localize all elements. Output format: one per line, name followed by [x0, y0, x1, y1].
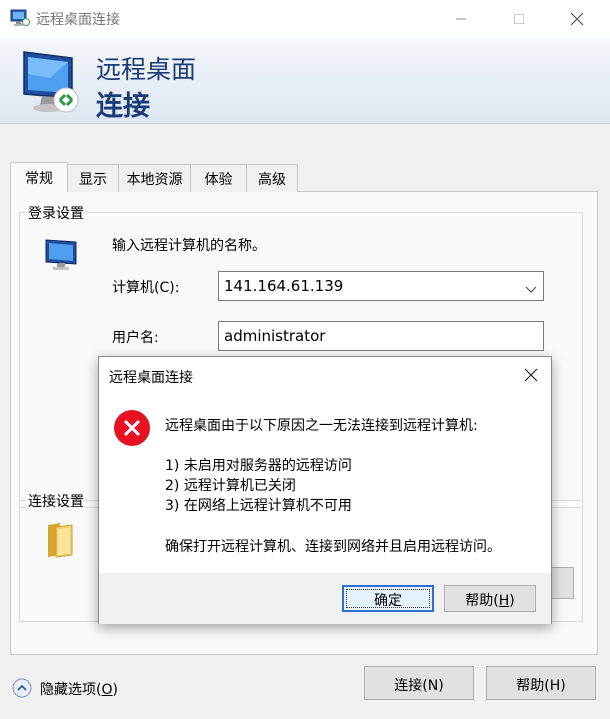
- hide-options-accesskey: O: [101, 682, 113, 698]
- computer-value: 141.164.61.139: [224, 277, 344, 295]
- computer-name-prompt: 输入远程计算机的名称。: [112, 238, 266, 254]
- banner-title-line1: 远程桌面: [96, 55, 197, 84]
- error-dialog: 远程桌面连接 远程桌面由于以下原因之一无法连接到远程计算机: 1) 未启用对服务…: [98, 356, 552, 624]
- chevron-up-circle-icon[interactable]: [12, 678, 32, 698]
- remote-desktop-icon: [10, 9, 30, 27]
- window-title: 远程桌面连接: [36, 12, 120, 28]
- tab-local-resources[interactable]: 本地资源: [118, 164, 191, 192]
- username-field[interactable]: administrator: [218, 321, 544, 351]
- dialog-footer: 确定 帮助(H): [99, 573, 551, 624]
- dialog-close-button[interactable]: [519, 365, 543, 385]
- login-settings-legend: 登录设置: [26, 203, 86, 223]
- title-bar: 远程桌面连接: [0, 0, 610, 38]
- maximize-button[interactable]: [496, 0, 542, 38]
- reason-1: 1) 未启用对服务器的远程访问: [165, 458, 352, 474]
- tab-experience[interactable]: 体验: [190, 164, 247, 192]
- hide-options-text: 隐藏选项(: [40, 682, 102, 698]
- connection-settings-legend: 连接设置: [26, 491, 86, 511]
- hide-options-label[interactable]: 隐藏选项(O): [40, 679, 118, 699]
- tab-display[interactable]: 显示: [67, 164, 119, 192]
- tab-general[interactable]: 常规: [10, 162, 68, 192]
- dialog-heading: 远程桌面由于以下原因之一无法连接到远程计算机:: [165, 418, 478, 434]
- computer-label: 计算机(C):: [112, 280, 180, 296]
- minimize-button[interactable]: [438, 0, 484, 38]
- banner: 远程桌面 连接: [0, 38, 610, 124]
- dialog-help-text: 帮助(: [465, 593, 499, 609]
- banner-title-line2: 连接: [96, 91, 150, 122]
- dialog-help-suffix: ): [509, 593, 515, 609]
- chevron-down-icon[interactable]: [525, 280, 537, 298]
- help-button[interactable]: 帮助(H): [486, 666, 596, 700]
- ok-button[interactable]: 确定: [342, 585, 434, 612]
- connect-button[interactable]: 连接(N): [364, 666, 474, 700]
- computer-icon: [42, 237, 82, 273]
- username-value: administrator: [224, 327, 326, 345]
- dialog-help-accesskey: H: [498, 593, 510, 609]
- reason-3: 3) 在网络上远程计算机不可用: [165, 498, 352, 514]
- dialog-help-button[interactable]: 帮助(H): [444, 585, 536, 612]
- error-icon: [113, 409, 151, 447]
- hide-options-suffix: ): [112, 682, 118, 698]
- folder-icon: [44, 521, 76, 559]
- dialog-advice: 确保打开远程计算机、连接到网络并且启用远程访问。: [165, 539, 501, 555]
- reason-2: 2) 远程计算机已关闭: [165, 478, 296, 494]
- username-label: 用户名:: [112, 330, 159, 346]
- dialog-title: 远程桌面连接: [109, 370, 193, 386]
- computer-combobox[interactable]: 141.164.61.139: [218, 271, 544, 301]
- close-button[interactable]: [554, 0, 600, 38]
- tab-advanced[interactable]: 高级: [246, 164, 298, 192]
- remote-desktop-monitor-icon: [20, 48, 86, 118]
